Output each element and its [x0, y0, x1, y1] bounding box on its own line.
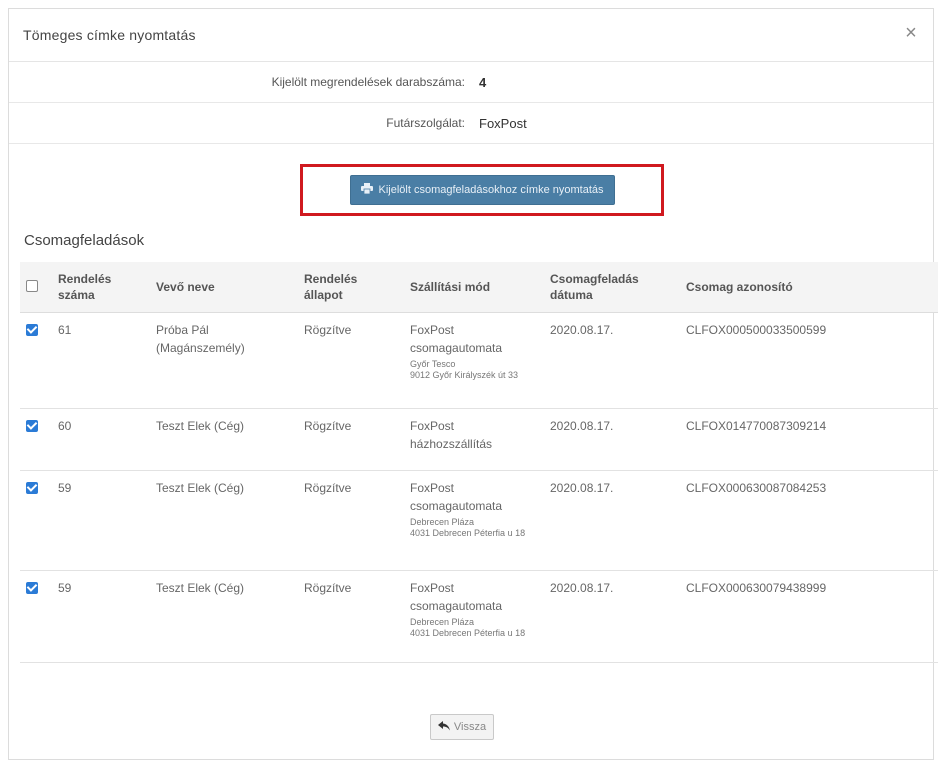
shipments-table: Rendelés száma Vevő neve Rendelés állapo…	[20, 262, 938, 663]
modal-title: Tömeges címke nyomtatás	[23, 27, 196, 43]
selected-count-value: 4	[479, 74, 487, 90]
print-button-highlight: Kijelölt csomagfeladásokhoz címke nyomta…	[300, 164, 664, 216]
shipping-method: FoxPost csomagautomata Debrecen Pláza 40…	[402, 470, 542, 571]
customer-name: Teszt Elek (Cég)	[148, 570, 296, 663]
shipping-method: FoxPost csomagautomata Debrecen Pláza 40…	[402, 570, 542, 663]
shipping-point-name: Debrecen Pláza	[410, 516, 475, 527]
row-checkbox[interactable]	[26, 481, 38, 494]
shipping-method-main: FoxPost házhozszállítás	[410, 418, 493, 451]
table-row: 59 Teszt Elek (Cég) Rögzítve FoxPost cso…	[20, 570, 938, 663]
shipping-point-address: 4031 Debrecen Péterfia u 18	[410, 627, 526, 638]
shipment-date: 2020.08.17.	[542, 312, 678, 409]
courier-row: Futárszolgálat: FoxPost	[9, 103, 933, 144]
header-order-state: Rendelés állapot	[296, 262, 402, 313]
order-state: Rögzítve	[296, 570, 402, 663]
shipment-date: 2020.08.17.	[542, 408, 678, 471]
table-row: 61 Próba Pál (Magánszemély) Rögzítve Fox…	[20, 312, 938, 409]
table-row: 59 Teszt Elek (Cég) Rögzítve FoxPost cso…	[20, 470, 938, 571]
customer-name: Teszt Elek (Cég)	[148, 470, 296, 571]
back-button[interactable]: Vissza	[430, 714, 494, 740]
table-row: 60 Teszt Elek (Cég) Rögzítve FoxPost ház…	[20, 408, 938, 471]
package-id: CLFOX000630079438999	[678, 570, 938, 663]
header-order-number: Rendelés száma	[50, 262, 148, 313]
shipping-method: FoxPost házhozszállítás	[402, 408, 542, 471]
selected-count-label: Kijelölt megrendelések darabszáma:	[271, 75, 465, 89]
shipping-point-name: Győr Tesco	[410, 358, 456, 369]
header-customer-name: Vevő neve	[148, 262, 296, 313]
customer-name: Próba Pál (Magánszemély)	[148, 312, 296, 409]
shipping-method-main: FoxPost csomagautomata	[410, 580, 503, 613]
modal-header: Tömeges címke nyomtatás ×	[9, 9, 933, 62]
shipping-method-main: FoxPost csomagautomata	[410, 322, 503, 355]
row-checkbox[interactable]	[26, 323, 38, 336]
shipping-point-address: 9012 Győr Királyszék út 33	[410, 369, 519, 380]
selected-count-row: Kijelölt megrendelések darabszáma: 4	[9, 62, 933, 103]
select-all-checkbox[interactable]	[26, 280, 38, 293]
shipment-date: 2020.08.17.	[542, 570, 678, 663]
shipping-method-main: FoxPost csomagautomata	[410, 480, 503, 513]
package-id: CLFOX000630087084253	[678, 470, 938, 571]
back-button-label: Vissza	[453, 721, 487, 733]
header-select-all[interactable]	[20, 262, 50, 313]
package-id: CLFOX014770087309214	[678, 408, 938, 471]
order-state: Rögzítve	[296, 312, 402, 409]
package-id: CLFOX000500033500599	[678, 312, 938, 409]
shipment-date: 2020.08.17.	[542, 470, 678, 571]
section-title: Csomagfeladások	[24, 232, 145, 249]
row-checkbox[interactable]	[26, 581, 38, 594]
printer-icon	[360, 183, 373, 197]
table-header-row: Rendelés száma Vevő neve Rendelés állapo…	[20, 262, 938, 313]
row-checkbox[interactable]	[26, 419, 38, 432]
print-labels-button[interactable]: Kijelölt csomagfeladásokhoz címke nyomta…	[349, 175, 615, 205]
close-icon[interactable]: ×	[899, 21, 923, 45]
print-labels-button-label: Kijelölt csomagfeladásokhoz címke nyomta…	[378, 184, 604, 196]
order-state: Rögzítve	[296, 470, 402, 571]
customer-name: Teszt Elek (Cég)	[148, 408, 296, 471]
header-shipping-method: Szállítási mód	[402, 262, 542, 313]
order-number: 59	[50, 470, 148, 571]
shipping-method: FoxPost csomagautomata Győr Tesco 9012 G…	[402, 312, 542, 409]
shipping-point-address: 4031 Debrecen Péterfia u 18	[410, 527, 526, 538]
order-number: 60	[50, 408, 148, 471]
order-state: Rögzítve	[296, 408, 402, 471]
courier-value: FoxPost	[479, 115, 527, 131]
order-number: 61	[50, 312, 148, 409]
back-arrow-icon	[437, 720, 450, 734]
header-package-id: Csomag azonosító	[678, 262, 938, 313]
header-shipment-date: Csomagfeladás dátuma	[542, 262, 678, 313]
shipping-point-name: Debrecen Pláza	[410, 616, 475, 627]
order-number: 59	[50, 570, 148, 663]
courier-label: Futárszolgálat:	[386, 116, 465, 130]
